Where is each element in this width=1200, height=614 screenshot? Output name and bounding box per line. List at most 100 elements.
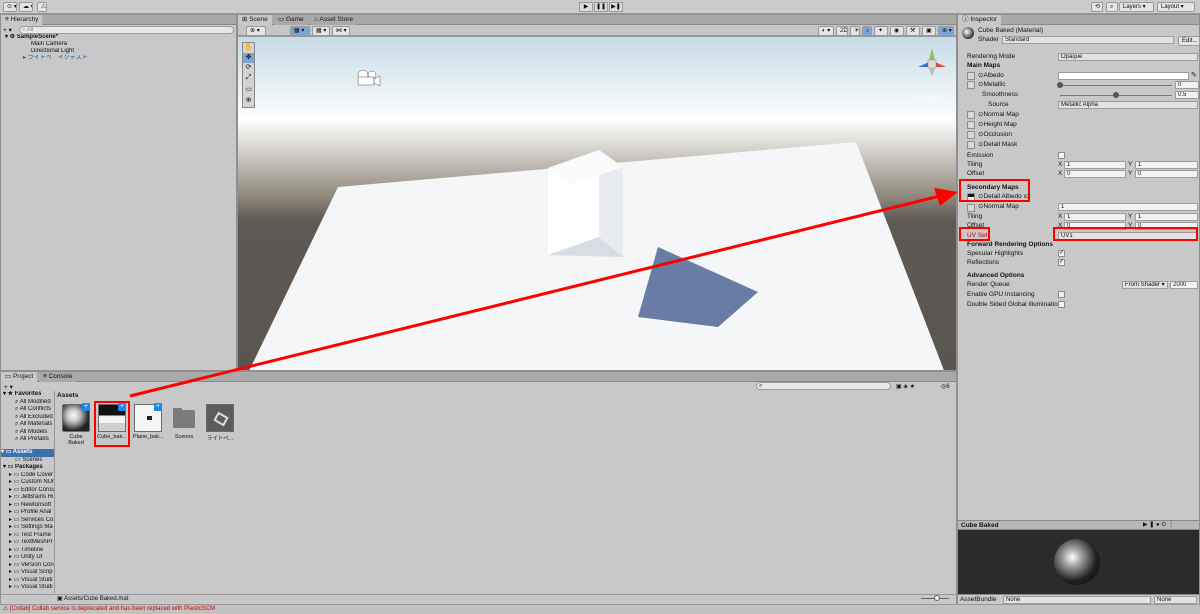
normal-map-slot[interactable]: [967, 111, 975, 119]
asset-plane-baked-texture[interactable]: + Plane_bak...: [133, 403, 164, 446]
hierarchy-item[interactable]: ▸ ライトベ゛イクテスト: [23, 55, 88, 63]
gizmo-toggle[interactable]: ⊕ ▾: [246, 26, 266, 36]
rect-tool-icon[interactable]: ▭: [243, 85, 254, 95]
layers-dropdown[interactable]: Layers ▾: [1119, 2, 1154, 12]
albedo-color[interactable]: [1058, 72, 1189, 80]
hierarchy-search-input[interactable]: ⌕ All: [19, 26, 234, 34]
camera-icon[interactable]: ▣: [922, 26, 936, 36]
asset-scene-file[interactable]: ライトベ...: [205, 404, 235, 446]
tiling-y-field[interactable]: 1: [1135, 161, 1198, 169]
orientation-gizmo-icon[interactable]: [914, 43, 950, 85]
assetbundle-dropdown[interactable]: None: [1003, 596, 1151, 604]
package-item[interactable]: ▸ ▭ Profile Anal: [9, 509, 51, 517]
favorites-header[interactable]: ▾ ★ Favorites: [3, 391, 41, 399]
favorite-item[interactable]: ⌕ All Excluded: [15, 414, 53, 422]
search-icon[interactable]: ⌕: [1106, 2, 1118, 12]
transform-tool-icon[interactable]: ⊕: [243, 96, 254, 106]
favorite-item[interactable]: ⌕ All Modified: [15, 399, 51, 407]
package-item[interactable]: ▸ ▭ JetBrains Ri: [9, 494, 53, 502]
play-button[interactable]: ▶: [579, 2, 593, 12]
tab-project[interactable]: ▭ Project: [1, 372, 38, 382]
scene-viewport[interactable]: [238, 37, 956, 370]
tools-icon[interactable]: ⚒: [906, 26, 920, 36]
effects-icon[interactable]: ✦: [874, 26, 888, 36]
history-icon[interactable]: ⟲: [1091, 2, 1103, 12]
asset-scenes-folder[interactable]: Scenes: [169, 404, 199, 446]
favorite-item[interactable]: ⌕ All Conflicts: [15, 406, 51, 414]
package-item[interactable]: ▸ ▭ Code Cover: [9, 472, 53, 480]
uv-set-dropdown[interactable]: UV1: [1058, 232, 1198, 240]
snap-toggle[interactable]: ⋈ ▾: [332, 26, 350, 36]
collab-warning-icon[interactable]: ⚠: [37, 2, 47, 12]
cloud-button[interactable]: ☁ ▾: [19, 2, 33, 12]
offset-x-field[interactable]: 0: [1064, 170, 1126, 178]
gizmos-dropdown[interactable]: ⊕ ▾: [938, 26, 954, 36]
hidden-objects-icon[interactable]: ◉: [890, 26, 904, 36]
tab-console[interactable]: ≡ Console: [39, 372, 77, 382]
packages-folder[interactable]: ▾ ▭ Packages: [3, 464, 43, 472]
preview-controls[interactable]: ▶ ❚ ● ⊙ ⋮: [1143, 521, 1174, 528]
favorite-item[interactable]: ⌕ All Prefabs: [15, 436, 49, 444]
assets-subfolder[interactable]: ▭ Scenes: [15, 457, 42, 465]
occlusion-slot[interactable]: [967, 131, 975, 139]
shader-edit-button[interactable]: Edit...: [1178, 36, 1200, 46]
sec-tiling-x-field[interactable]: 1: [1064, 213, 1126, 221]
hierarchy-add-button[interactable]: + ▾: [3, 26, 12, 34]
2d-toggle[interactable]: 2D: [836, 26, 848, 36]
tab-inspector[interactable]: ⓘ Inspector: [958, 15, 1002, 25]
step-button[interactable]: ▶❚: [609, 2, 623, 12]
package-item[interactable]: ▸ ▭ Visual Scrip: [9, 569, 53, 577]
package-item[interactable]: ▸ ▭ Newtonsoft: [9, 502, 51, 510]
specular-checkbox[interactable]: ✓: [1058, 250, 1065, 257]
assetbundle-variant-dropdown[interactable]: None: [1154, 596, 1197, 604]
double-sided-checkbox[interactable]: [1058, 301, 1065, 308]
move-tool-icon[interactable]: ✥: [243, 53, 254, 63]
metallic-value[interactable]: 0: [1175, 81, 1199, 89]
eyedropper-icon[interactable]: ✎: [1191, 71, 1197, 79]
smoothness-value[interactable]: 0.5: [1175, 91, 1199, 99]
render-queue-value[interactable]: 2000: [1170, 281, 1198, 289]
lighting-icon[interactable]: ☀: [850, 26, 860, 36]
shader-dropdown[interactable]: Standard: [1002, 36, 1174, 44]
hand-tool-icon[interactable]: ✋: [243, 43, 254, 53]
layout-dropdown[interactable]: Layout ▾: [1157, 2, 1195, 12]
shading-dropdown[interactable]: ◐ ▾: [818, 26, 834, 36]
asset-cube-baked-texture[interactable]: + Cube_bak...: [97, 403, 127, 446]
package-item[interactable]: ▸ ▭ Services Co: [9, 517, 53, 525]
metallic-slider[interactable]: [1060, 85, 1172, 86]
asset-cube-baked-material[interactable]: + Cube Baked: [61, 403, 91, 446]
source-dropdown[interactable]: Metallic Alpha: [1058, 101, 1198, 109]
audio-icon[interactable]: ♪: [862, 26, 872, 36]
scale-tool-icon[interactable]: ⤢: [243, 74, 254, 84]
sec-offset-x-field[interactable]: 0: [1064, 222, 1126, 230]
package-item[interactable]: ▸ ▭ Timeline: [9, 547, 43, 555]
grid-toggle[interactable]: ▦ ▾: [312, 26, 330, 36]
perspective-label[interactable]: < Persp: [918, 95, 937, 101]
preview-area[interactable]: [958, 530, 1199, 594]
pivot-toggle[interactable]: ▦ ▾: [290, 26, 310, 36]
metallic-slider-handle[interactable]: [1057, 82, 1063, 88]
albedo-slot[interactable]: [967, 72, 975, 80]
package-item[interactable]: ▸ ▭ Unity UI: [9, 554, 42, 562]
offset-y-field[interactable]: 0: [1135, 170, 1198, 178]
favorite-item[interactable]: ⌕ All Models: [15, 429, 47, 437]
project-add-button[interactable]: + ▾: [4, 383, 13, 391]
rotate-tool-icon[interactable]: ⟳: [243, 63, 254, 73]
emission-checkbox[interactable]: [1058, 152, 1065, 159]
assets-folder[interactable]: ▾ ▭ Assets: [1, 449, 54, 457]
render-queue-dropdown[interactable]: From Shader ▾: [1122, 281, 1168, 289]
status-bar[interactable]: ⚠ [Collab] Collab service is deprecated …: [0, 604, 1200, 614]
metallic-slot[interactable]: [967, 81, 975, 89]
detail-albedo-slot[interactable]: [967, 193, 975, 201]
account-button[interactable]: ⊙ ▾: [3, 2, 17, 12]
package-item[interactable]: ▸ ▭ Visual Studi: [9, 577, 53, 585]
breadcrumb[interactable]: Assets: [57, 392, 78, 399]
sec-normal-map-slot[interactable]: [967, 204, 975, 212]
package-item[interactable]: ▸ ▭ Editor Corou: [9, 487, 54, 495]
sec-tiling-y-field[interactable]: 1: [1135, 213, 1198, 221]
tab-game[interactable]: ▭ Game: [274, 15, 308, 25]
smoothness-slider-handle[interactable]: [1113, 92, 1119, 98]
favorite-item[interactable]: ⌕ All Materials: [15, 421, 52, 429]
height-map-slot[interactable]: [967, 121, 975, 129]
package-item[interactable]: ▸ ▭ Custom NUr: [9, 479, 54, 487]
